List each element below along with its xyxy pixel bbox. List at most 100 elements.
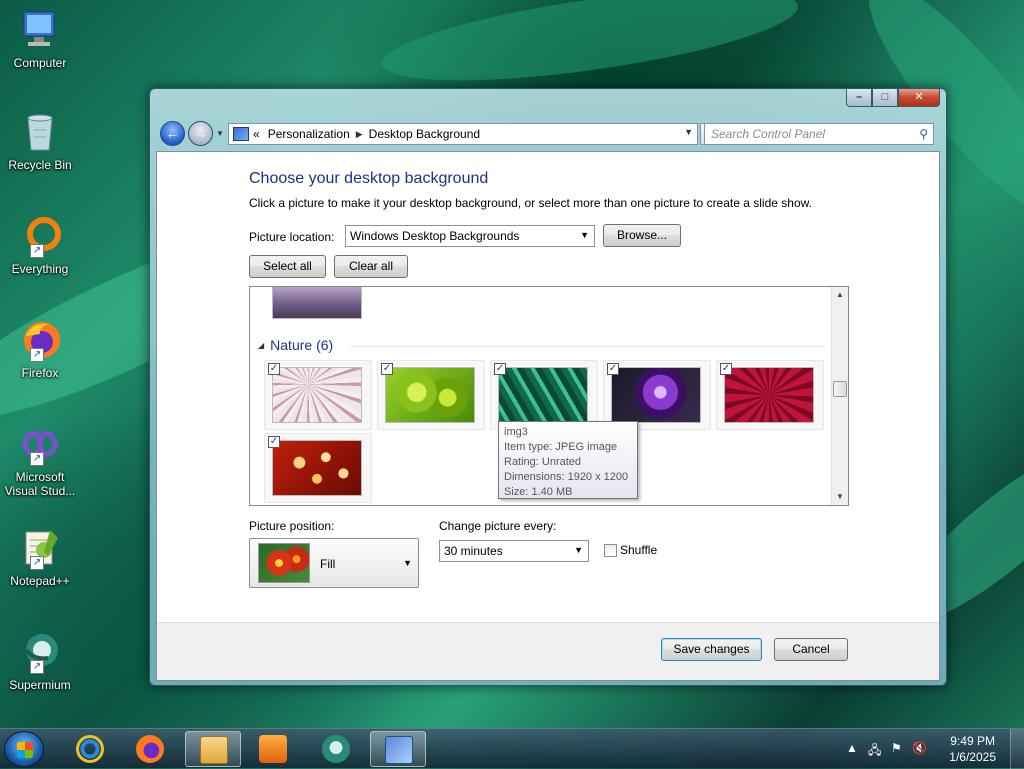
scroll-up-icon[interactable]: ▲	[832, 287, 848, 303]
desktop-icon-everything[interactable]: ↗ Everything	[2, 214, 78, 276]
thumbnail-checkbox[interactable]: ✓	[268, 363, 280, 375]
browse-button[interactable]: Browse...	[603, 224, 681, 247]
thumbnail-checkbox[interactable]: ✓	[268, 436, 280, 448]
group-name: Nature (6)	[270, 337, 334, 353]
action-center-flag-icon[interactable]: ⚑	[891, 741, 902, 755]
desktop-icon-label: Everything	[11, 262, 69, 276]
show-hidden-icons-icon[interactable]: ▲	[846, 741, 858, 755]
shuffle-label[interactable]: Shuffle	[620, 543, 657, 557]
change-picture-select[interactable]: 30 minutes ▼	[439, 540, 589, 562]
maximize-button[interactable]: □	[872, 89, 898, 107]
close-button[interactable]: ✕	[898, 89, 940, 107]
thumbnail-img4[interactable]: ✓	[603, 360, 711, 430]
picture-position-label: Picture position:	[249, 519, 335, 533]
taskbar-firefox[interactable]	[122, 731, 178, 767]
scroll-down-icon[interactable]: ▼	[832, 489, 848, 505]
picture-location-select[interactable]: Windows Desktop Backgrounds ▼	[345, 225, 595, 247]
media-player-icon	[259, 735, 287, 763]
desktop-icon-supermium[interactable]: ↗ Supermium	[2, 630, 78, 692]
taskbar-explorer[interactable]	[185, 731, 241, 767]
lavender-thumbnail[interactable]	[272, 287, 362, 319]
save-changes-button[interactable]: Save changes	[661, 638, 762, 661]
search-input[interactable]: Search Control Panel ⚲	[704, 123, 934, 145]
page-title: Choose your desktop background	[249, 170, 489, 187]
desktop-icon-recycle-bin[interactable]: Recycle Bin	[2, 110, 78, 172]
picture-location-label: Picture location:	[249, 230, 335, 244]
scrollbar-thumb[interactable]	[833, 381, 847, 397]
start-button[interactable]	[4, 731, 44, 767]
picture-gallery[interactable]: ◢ Nature (6) ✓ ✓ ✓ ✓ ✓ ✓ ▲ ▼ img3 Item t…	[249, 286, 849, 506]
forward-button[interactable]: →	[188, 121, 213, 146]
tooltip-rating: Rating: Unrated	[504, 456, 582, 468]
address-bar[interactable]: « Personalization ▶ Desktop Background ▼	[228, 123, 698, 145]
collapse-group-icon[interactable]: ◢	[258, 341, 264, 350]
cancel-button[interactable]: Cancel	[774, 638, 848, 661]
caption-buttons: – □ ✕	[846, 89, 940, 107]
shortcut-arrow-icon: ↗	[30, 348, 44, 362]
supermium-icon: ↗	[18, 630, 62, 674]
desktop-icon-firefox[interactable]: ↗ Firefox	[2, 318, 78, 380]
desktop-icon-notepadpp[interactable]: ↗ Notepad++	[2, 526, 78, 588]
minimize-button[interactable]: –	[846, 89, 872, 107]
page-description: Click a picture to make it your desktop …	[249, 196, 812, 210]
clear-all-button[interactable]: Clear all	[334, 255, 408, 278]
control-panel-icon	[385, 736, 413, 764]
command-bar: Save changes Cancel	[157, 622, 939, 680]
taskbar-supermium[interactable]	[308, 731, 364, 767]
search-icon[interactable]: ⚲	[919, 127, 928, 141]
clock[interactable]: 9:49 PM 1/6/2025	[949, 733, 996, 765]
desktop-background-window: – □ ✕ ← → ▼ « Personalization ▶ Desktop …	[149, 88, 947, 686]
navigation-bar: ← → ▼ « Personalization ▶ Desktop Backgr…	[158, 119, 938, 147]
firefox-icon: ↗	[18, 318, 62, 362]
breadcrumb-personalization[interactable]: Personalization	[268, 127, 350, 141]
thumbnail-img6[interactable]: ✓	[264, 433, 372, 503]
taskbar-ie[interactable]	[62, 731, 118, 767]
group-header-nature[interactable]: ◢ Nature (6)	[258, 337, 333, 353]
select-all-button[interactable]: Select all	[249, 255, 326, 278]
visual-studio-icon: ↗	[18, 422, 62, 466]
breadcrumb-desktop-background[interactable]: Desktop Background	[369, 127, 480, 141]
desktop-icon-computer[interactable]: Computer	[2, 8, 78, 70]
thumbnail-img1[interactable]: ✓	[264, 360, 372, 430]
ie-icon	[76, 735, 104, 763]
thumbnail-checkbox[interactable]: ✓	[494, 363, 506, 375]
thumbnail-tooltip: img3 Item type: JPEG image Rating: Unrat…	[498, 421, 638, 499]
picture-position-select[interactable]: Fill ▼	[249, 538, 419, 588]
recycle-bin-icon	[18, 110, 62, 154]
group-divider	[350, 346, 826, 347]
breadcrumb-separator-icon[interactable]: ▶	[356, 129, 363, 140]
taskbar: ▲ 🖧 ⚑ 🔇 9:49 PM 1/6/2025	[0, 728, 1024, 769]
show-desktop-button[interactable]	[1010, 729, 1024, 769]
recent-pages-dropdown[interactable]: ▼	[216, 129, 224, 138]
address-dropdown-icon[interactable]: ▼	[684, 127, 693, 137]
chevron-down-icon: ▼	[574, 545, 583, 555]
tooltip-type: Item type: JPEG image	[504, 441, 618, 453]
chevron-down-icon: ▼	[580, 230, 589, 240]
thumbnail-checkbox[interactable]: ✓	[381, 363, 393, 375]
thumbnail-checkbox[interactable]: ✓	[720, 363, 732, 375]
thumbnail-image	[272, 367, 362, 423]
taskbar-control-panel[interactable]	[370, 731, 426, 767]
change-picture-label: Change picture every:	[439, 519, 557, 533]
back-button[interactable]: ←	[160, 121, 185, 146]
thumbnail-image	[385, 367, 475, 423]
thumbnail-image	[724, 367, 814, 423]
clock-date: 1/6/2025	[949, 750, 996, 764]
gallery-scrollbar[interactable]: ▲ ▼	[831, 287, 848, 505]
network-icon[interactable]: 🖧	[868, 741, 881, 762]
thumbnail-img2[interactable]: ✓	[377, 360, 485, 430]
desktop-icon-label: Computer	[13, 56, 67, 70]
volume-muted-icon[interactable]: 🔇	[912, 741, 927, 755]
desktop-icon-label: Notepad++	[10, 574, 70, 588]
chevron-down-icon: ▼	[403, 558, 412, 568]
thumbnail-checkbox[interactable]: ✓	[607, 363, 619, 375]
notepadpp-icon: ↗	[18, 526, 62, 570]
thumbnail-img3[interactable]: ✓	[490, 360, 598, 430]
address-prefix: «	[253, 127, 260, 141]
picture-position-value: Fill	[320, 557, 336, 571]
taskbar-media-player[interactable]	[245, 731, 301, 767]
shuffle-checkbox[interactable]	[604, 544, 617, 557]
change-picture-value: 30 minutes	[444, 544, 503, 558]
desktop-icon-visual-studio[interactable]: ↗ Microsoft Visual Stud...	[2, 422, 78, 498]
thumbnail-img5[interactable]: ✓	[716, 360, 824, 430]
